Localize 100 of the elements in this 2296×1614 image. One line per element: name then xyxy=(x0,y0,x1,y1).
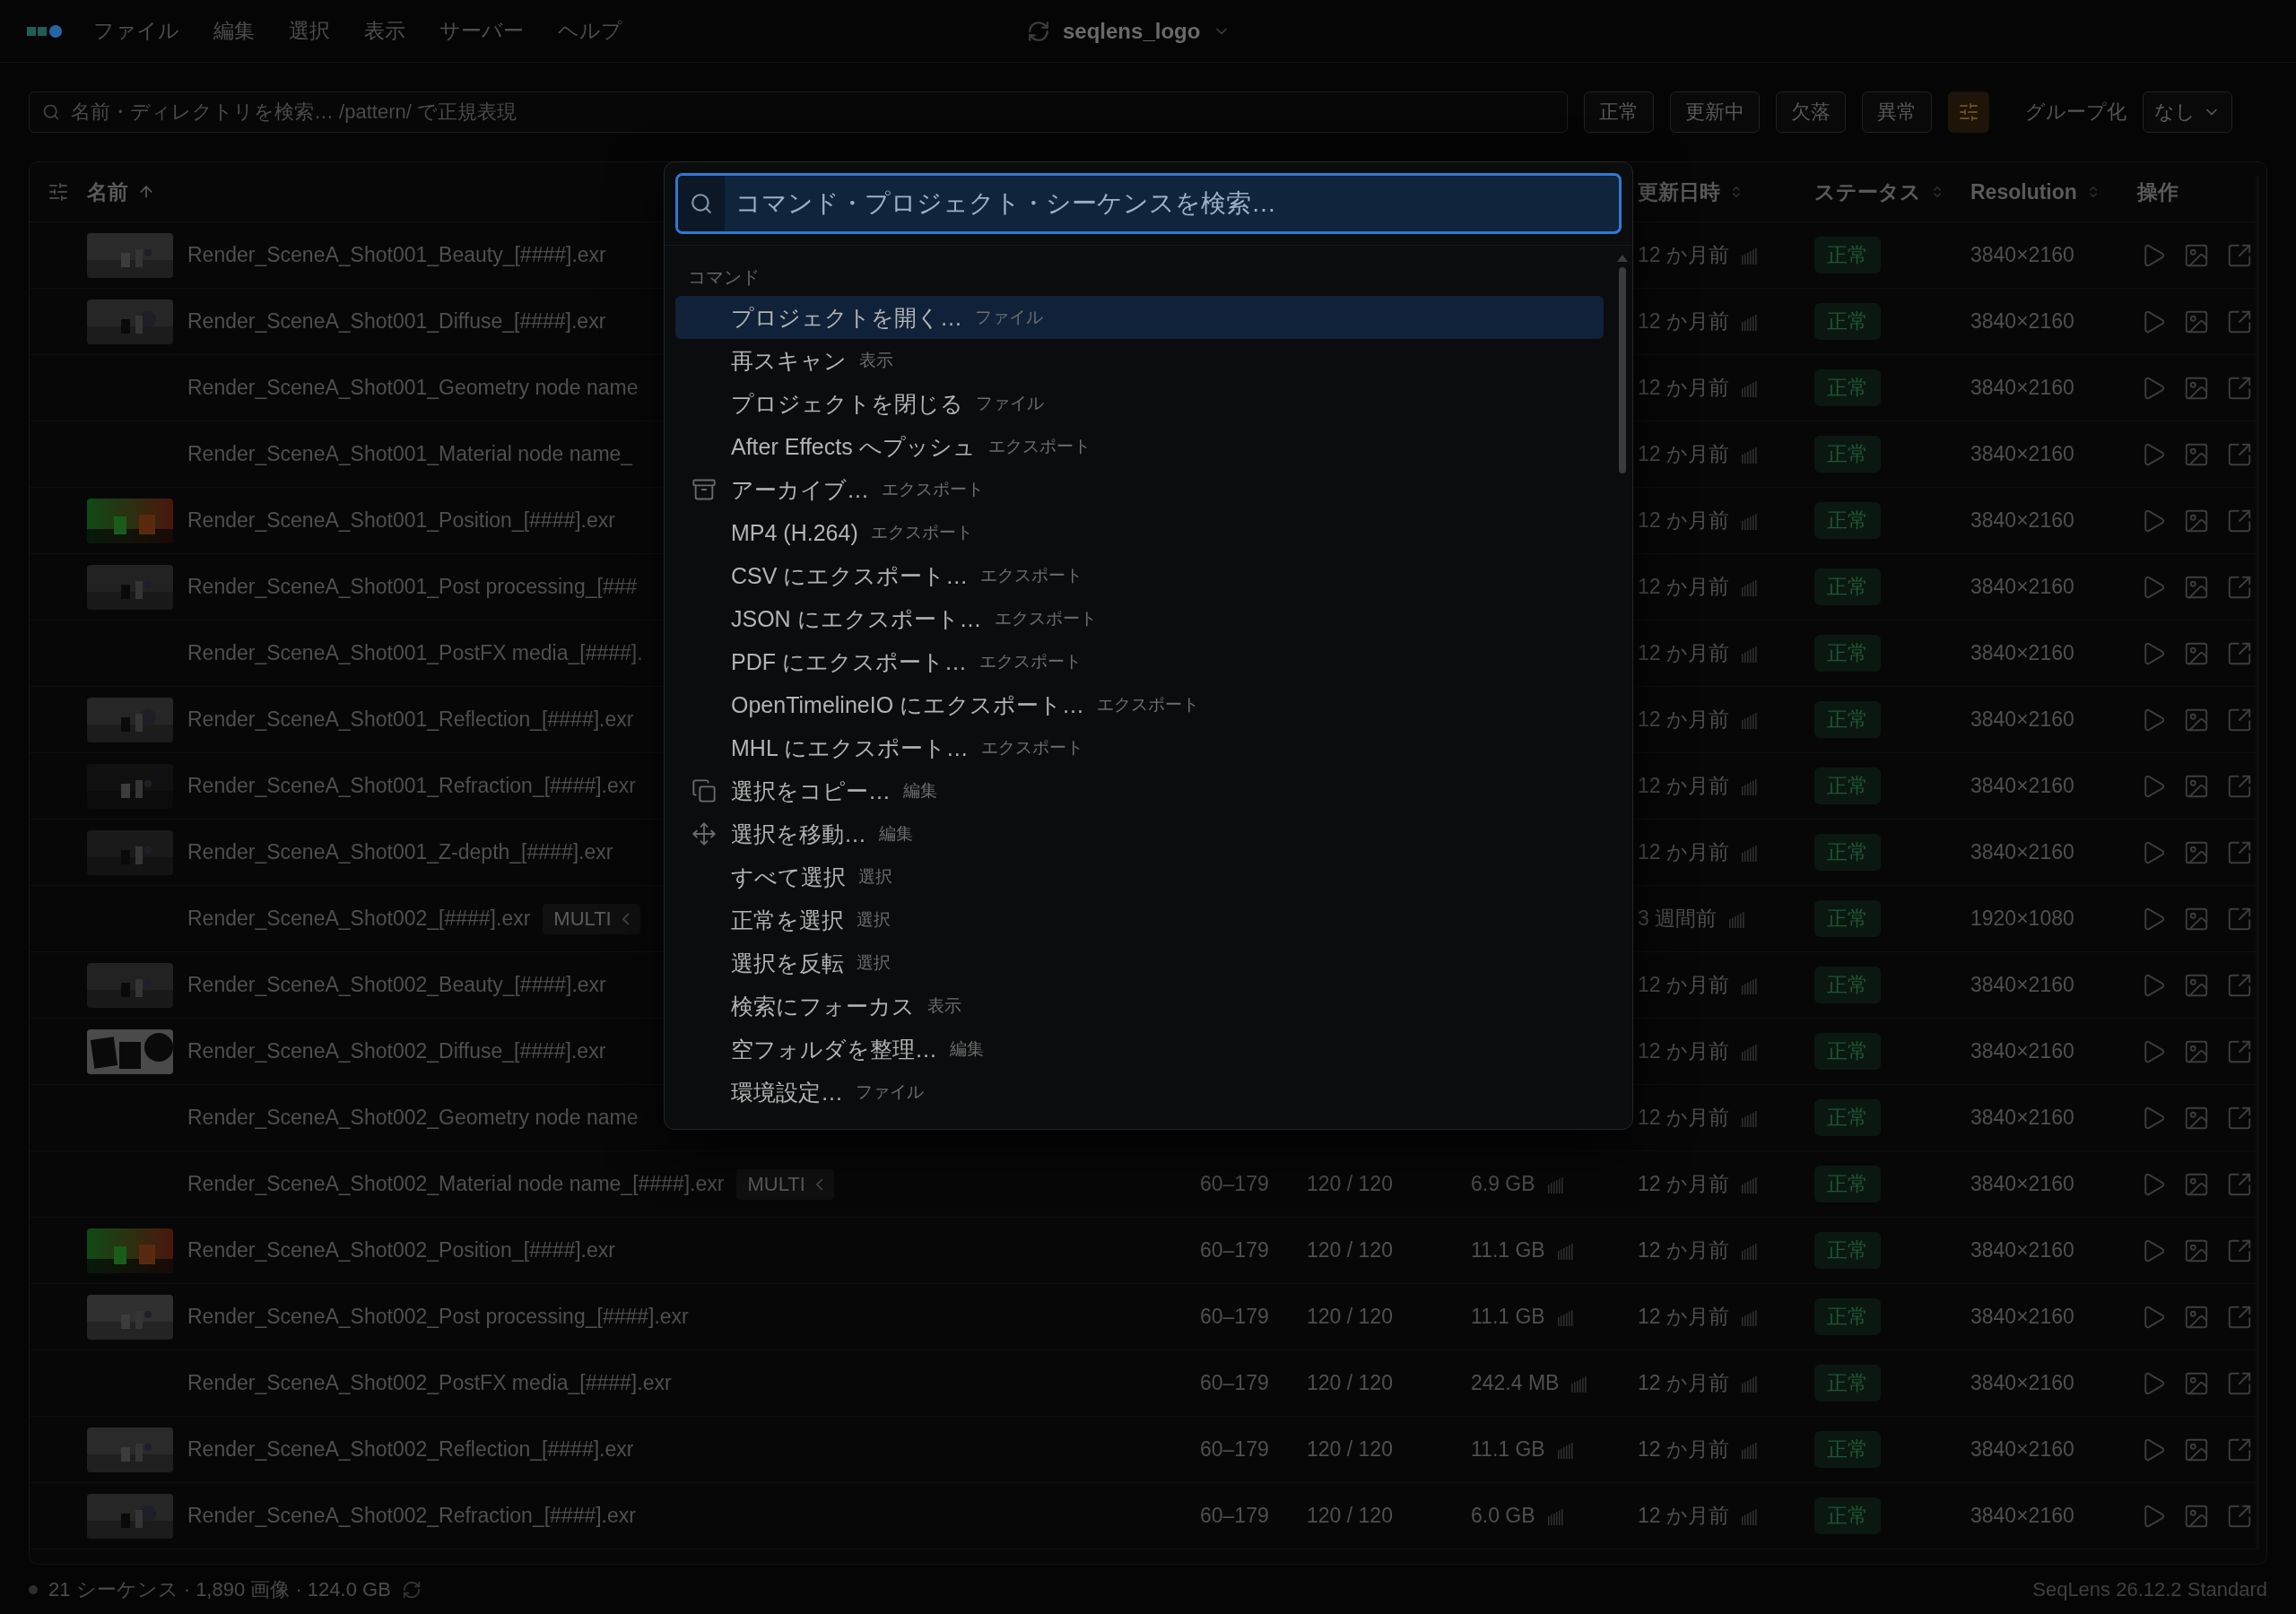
command-category: エクスポート xyxy=(980,565,1083,586)
command-item[interactable]: MP4 (H.264) エクスポート xyxy=(675,511,1604,554)
copy-icon xyxy=(691,778,717,803)
command-category: 表示 xyxy=(859,350,893,371)
command-item[interactable]: 空フォルダを整理… 編集 xyxy=(675,1028,1604,1071)
command-item[interactable]: アーカイブ… エクスポート xyxy=(675,468,1604,511)
status-badge: 正常 xyxy=(1814,568,1881,605)
command-item[interactable]: プロジェクトを開く… ファイル xyxy=(675,296,1604,339)
command-category: ファイル xyxy=(856,1081,924,1103)
command-item[interactable]: 環境設定… ファイル xyxy=(675,1071,1604,1114)
file-name: Render_SceneA_Shot002_Geometry node name xyxy=(187,1106,639,1130)
command-item[interactable]: After Effects へプッシュ エクスポート xyxy=(675,425,1604,468)
resolution: 3840×2160 xyxy=(1970,1106,2074,1130)
resolution: 3840×2160 xyxy=(1970,575,2074,599)
file-size: 11.1 GB xyxy=(1471,1437,1545,1462)
command-label: 選択をコピー… xyxy=(731,777,891,805)
modified-time: 12 か月前 xyxy=(1638,839,1729,865)
command-item[interactable]: 検索にフォーカス 表示 xyxy=(675,985,1604,1028)
command-item[interactable]: JSON にエクスポート… エクスポート xyxy=(675,597,1604,640)
status-badge: 正常 xyxy=(1814,502,1881,539)
file-name: Render_SceneA_Shot001_Geometry node name xyxy=(187,376,639,400)
file-name: Render_SceneA_Shot002_Beauty_[####].exr xyxy=(187,973,606,997)
bars-icon xyxy=(1742,1241,1758,1260)
command-item[interactable]: 選択を反転 選択 xyxy=(675,941,1604,985)
bars-icon xyxy=(1742,1042,1758,1061)
status-badge: 正常 xyxy=(1814,1365,1881,1401)
command-category: エクスポート xyxy=(994,608,1097,629)
archive-icon xyxy=(691,477,717,502)
command-item[interactable]: プロジェクトを閉じる ファイル xyxy=(675,382,1604,425)
command-label: MHL にエクスポート… xyxy=(731,733,969,762)
modified-time: 12 か月前 xyxy=(1638,308,1729,334)
status-badge: 正常 xyxy=(1814,1298,1881,1335)
status-badge: 正常 xyxy=(1814,1033,1881,1070)
command-item[interactable]: 選択をコピー… 編集 xyxy=(675,769,1604,812)
scrollbar-thumb[interactable] xyxy=(1619,267,1626,473)
command-label: OpenTimelineIO にエクスポート… xyxy=(731,690,1085,719)
scroll-up-icon[interactable] xyxy=(1617,255,1628,262)
file-name: Render_SceneA_Shot001_Position_[####].exr xyxy=(187,508,615,533)
bars-icon xyxy=(1742,976,1758,994)
command-category: 編集 xyxy=(879,823,913,845)
file-name: Render_SceneA_Shot001_PostFX media_[####]. xyxy=(187,641,643,665)
command-label: 環境設定… xyxy=(731,1078,843,1106)
bars-icon xyxy=(1742,577,1758,596)
command-item[interactable]: 選択を移動… 編集 xyxy=(675,812,1604,855)
filter-settings-button[interactable] xyxy=(1948,91,1989,133)
command-category: ファイル xyxy=(976,393,1044,414)
modified-time: 12 か月前 xyxy=(1638,1237,1729,1263)
command-category: エクスポート xyxy=(980,737,1083,759)
resolution: 3840×2160 xyxy=(1970,1437,2074,1462)
bars-icon xyxy=(1742,511,1758,530)
bars-icon xyxy=(1742,710,1758,729)
command-label: 正常を選択 xyxy=(731,906,844,934)
command-category: 選択 xyxy=(858,866,892,888)
command-item[interactable]: 正常を選択 選択 xyxy=(675,898,1604,941)
status-badge: 正常 xyxy=(1814,635,1881,672)
command-search-input[interactable]: コマンド・プロジェクト・シーケンスを検索… xyxy=(725,188,1619,219)
bars-icon xyxy=(1742,1108,1758,1127)
command-search-field[interactable]: コマンド・プロジェクト・シーケンスを検索… xyxy=(675,173,1622,234)
command-item[interactable]: PDF にエクスポート… エクスポート xyxy=(675,640,1604,683)
command-item[interactable]: 再スキャン 表示 xyxy=(675,339,1604,382)
file-name: Render_SceneA_Shot002_PostFX media_[####].exr xyxy=(187,1371,672,1395)
command-category: 選択 xyxy=(857,909,891,931)
command-category: ファイル xyxy=(975,307,1043,328)
frame-count: 120 / 120 xyxy=(1307,1371,1393,1395)
bars-icon xyxy=(1729,909,1746,928)
modified-time: 12 か月前 xyxy=(1638,972,1729,998)
refresh-icon[interactable] xyxy=(1027,20,1050,43)
search-icon xyxy=(42,103,60,121)
search-input[interactable]: 名前・ディレクトリを検索… /pattern/ で正規表現 xyxy=(69,100,1554,125)
bars-icon xyxy=(1571,1374,1588,1393)
modified-time: 12 か月前 xyxy=(1638,707,1729,733)
bars-icon xyxy=(1742,1175,1758,1193)
frame-range: 60–179 xyxy=(1200,1371,1269,1395)
modified-time: 12 か月前 xyxy=(1638,375,1729,401)
command-item[interactable]: CSV にエクスポート… エクスポート xyxy=(675,554,1604,597)
command-label: CSV にエクスポート… xyxy=(731,561,969,590)
search-field[interactable]: 名前・ディレクトリを検索… /pattern/ で正規表現 xyxy=(29,91,1568,133)
frame-count: 120 / 120 xyxy=(1307,1172,1393,1196)
search-icon xyxy=(690,192,713,215)
command-category: エクスポート xyxy=(882,479,984,500)
status-summary: 21 シーケンス · 1,890 画像 · 124.0 GB xyxy=(48,1576,391,1602)
app-version: SeqLens 26.12.2 Standard xyxy=(2032,1577,2267,1601)
bars-icon xyxy=(1742,1307,1758,1326)
refresh-icon[interactable] xyxy=(401,1579,422,1600)
bars-icon xyxy=(1742,777,1758,795)
command-item[interactable]: OpenTimelineIO にエクスポート… エクスポート xyxy=(675,683,1604,726)
sliders-icon xyxy=(1958,101,1979,123)
command-label: 選択を反転 xyxy=(731,949,844,977)
project-name[interactable]: seqlens_logo xyxy=(1063,19,1201,44)
status-badge: 正常 xyxy=(1814,303,1881,340)
bars-icon xyxy=(1547,1175,1564,1193)
resolution: 3840×2160 xyxy=(1970,641,2074,665)
frame-range: 60–179 xyxy=(1200,1172,1269,1196)
file-size: 6.9 GB xyxy=(1471,1172,1535,1196)
command-item[interactable]: すべて選択 選択 xyxy=(675,855,1604,898)
command-item[interactable]: MHL にエクスポート… エクスポート xyxy=(675,726,1604,769)
command-category: 表示 xyxy=(927,995,961,1017)
column-settings-icon[interactable] xyxy=(48,181,69,203)
status-badge: 正常 xyxy=(1814,1431,1881,1468)
logo-icon xyxy=(27,23,65,39)
